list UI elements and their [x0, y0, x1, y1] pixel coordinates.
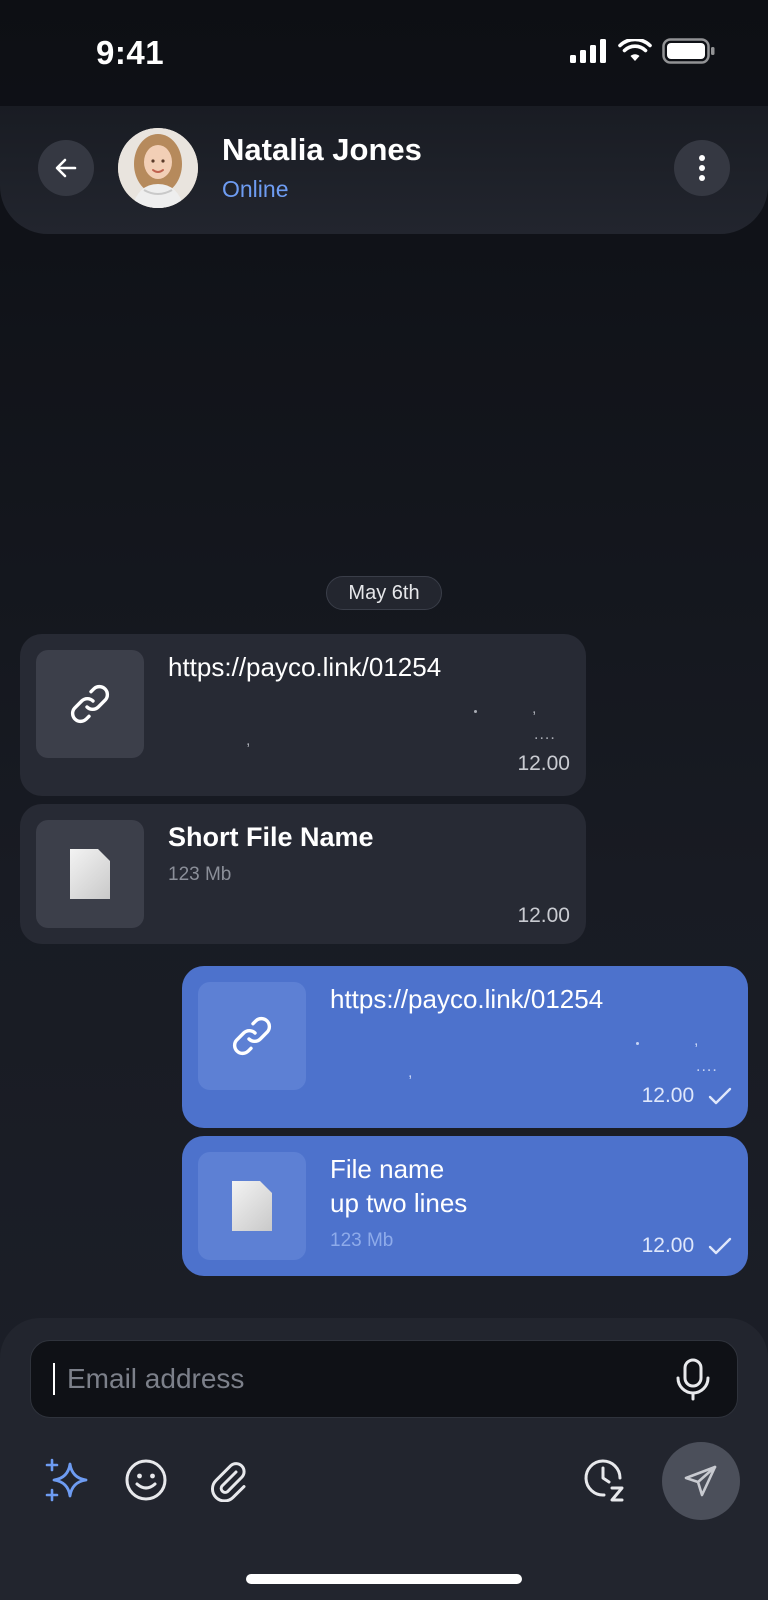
emoji-icon	[125, 1459, 167, 1501]
contact-status: Online	[222, 176, 289, 202]
file-name-line1: File name	[330, 1154, 445, 1184]
preview-mark	[636, 1042, 639, 1045]
check-icon	[708, 1238, 732, 1255]
check-icon	[708, 1088, 732, 1105]
schedule-button[interactable]	[582, 1456, 630, 1504]
message-meta: 12.00	[642, 1084, 732, 1108]
message-time: 12.00	[641, 1234, 695, 1257]
send-button[interactable]	[662, 1442, 740, 1520]
battery-icon	[662, 38, 715, 64]
link-url[interactable]: https://payco.link/01254	[330, 984, 603, 1015]
preview-mark: ....	[696, 1058, 718, 1075]
link-url[interactable]: https://payco.link/01254	[168, 652, 441, 683]
date-divider: May 6th	[326, 576, 442, 610]
file-thumb[interactable]	[198, 1152, 306, 1260]
message-time: 12.00	[641, 1084, 695, 1107]
file-size: 123 Mb	[168, 864, 232, 885]
message-time: 12.00	[517, 904, 570, 927]
preview-mark: ....	[534, 726, 556, 743]
file-name-line2: up two lines	[330, 1188, 468, 1218]
emoji-button[interactable]	[122, 1456, 170, 1504]
file-icon	[70, 849, 110, 899]
paperclip-icon	[211, 1462, 246, 1502]
more-options-button[interactable]	[674, 140, 730, 196]
attach-button[interactable]	[204, 1456, 252, 1504]
message-meta: 12.00	[642, 1234, 732, 1258]
message-composer	[0, 1318, 768, 1600]
file-icon	[232, 1181, 272, 1231]
preview-mark	[474, 710, 477, 713]
link-preview-thumb[interactable]	[36, 650, 144, 758]
send-icon	[684, 1465, 717, 1497]
link-icon	[232, 1016, 272, 1056]
avatar-photo	[118, 128, 198, 208]
link-icon	[70, 684, 110, 724]
file-size: 123 Mb	[330, 1230, 394, 1251]
preview-mark: ,	[694, 1032, 699, 1049]
message-input[interactable]	[67, 1341, 667, 1417]
message-time: 12.00	[517, 752, 570, 775]
message-incoming-file[interactable]: Short File Name 123 Mb 12.00	[20, 804, 586, 944]
chat-screen: 9:41 Natalia Jones Online May 6th https:…	[0, 0, 768, 1600]
file-name: Short File Name	[168, 822, 374, 852]
ai-assist-button[interactable]	[44, 1456, 92, 1504]
message-outgoing-link[interactable]: https://payco.link/01254 , , .... 12.00	[182, 966, 748, 1128]
preview-mark: ,	[408, 1064, 413, 1081]
arrow-left-icon	[55, 158, 77, 178]
chat-header: Natalia Jones Online	[0, 106, 768, 234]
microphone-icon[interactable]	[673, 1358, 713, 1402]
text-caret	[53, 1363, 55, 1395]
back-button[interactable]	[38, 140, 94, 196]
home-indicator[interactable]	[246, 1574, 522, 1584]
message-incoming-link[interactable]: https://payco.link/01254 , , .... 12.00	[20, 634, 586, 796]
clock-snooze-icon	[584, 1459, 624, 1502]
contact-name[interactable]: Natalia Jones	[222, 132, 422, 168]
status-time: 9:41	[96, 34, 165, 71]
avatar[interactable]	[118, 128, 198, 208]
status-icons	[570, 38, 716, 64]
message-input-box[interactable]	[30, 1340, 738, 1418]
status-bar: 9:41	[0, 0, 768, 110]
file-thumb[interactable]	[36, 820, 144, 928]
link-preview-thumb[interactable]	[198, 982, 306, 1090]
preview-mark: ,	[246, 732, 251, 749]
wifi-icon	[618, 39, 652, 61]
more-vertical-icon	[699, 155, 705, 181]
preview-mark: ,	[532, 700, 537, 717]
message-outgoing-file[interactable]: File name up two lines 123 Mb 12.00	[182, 1136, 748, 1276]
sparkles-icon	[45, 1458, 88, 1502]
cellular-signal-icon	[570, 39, 606, 63]
